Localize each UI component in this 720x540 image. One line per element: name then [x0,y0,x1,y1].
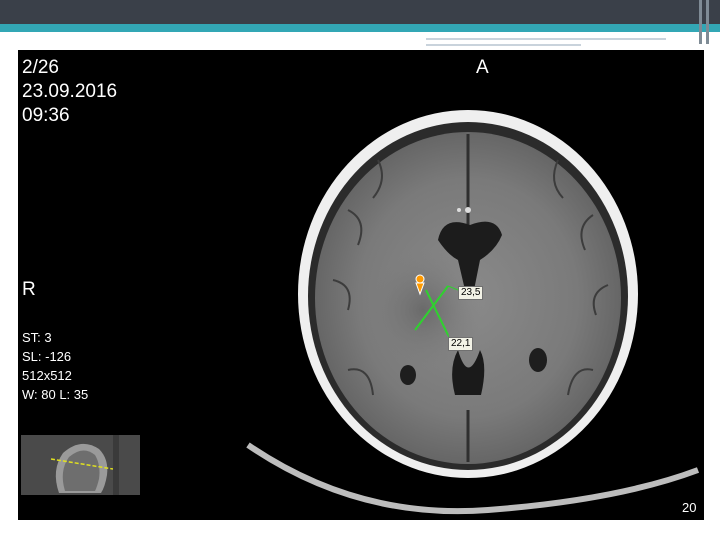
corner-bar [699,0,702,44]
slice-location: SL: -126 [22,349,72,364]
study-date: 23.09.2016 [22,81,118,102]
slide-header-bar [0,0,720,24]
image-matrix: 512x512 [22,368,72,383]
image-index: 2/26 [22,57,59,78]
orientation-label-right: R [22,279,36,300]
header-rule [426,38,666,40]
accent-stripe [0,24,720,32]
window-level: W: 80 L: 35 [22,387,89,402]
scout-thumbnail[interactable] [21,435,140,495]
header-rule-secondary [426,44,581,46]
scout-head-image [21,435,140,495]
measurement-label[interactable]: 23,5 [458,286,484,300]
corner-number: 20 [682,500,697,515]
ct-image-viewer[interactable]: 23,5 22,1 2/26 23.09.2016 09:36 A R ST: … [18,50,704,520]
study-time: 09:36 [22,105,70,126]
slice-thickness: ST: 3 [22,330,52,345]
orientation-label-anterior: A [476,57,489,78]
corner-bar [706,0,709,44]
measurement-label[interactable]: 22,1 [448,337,474,351]
